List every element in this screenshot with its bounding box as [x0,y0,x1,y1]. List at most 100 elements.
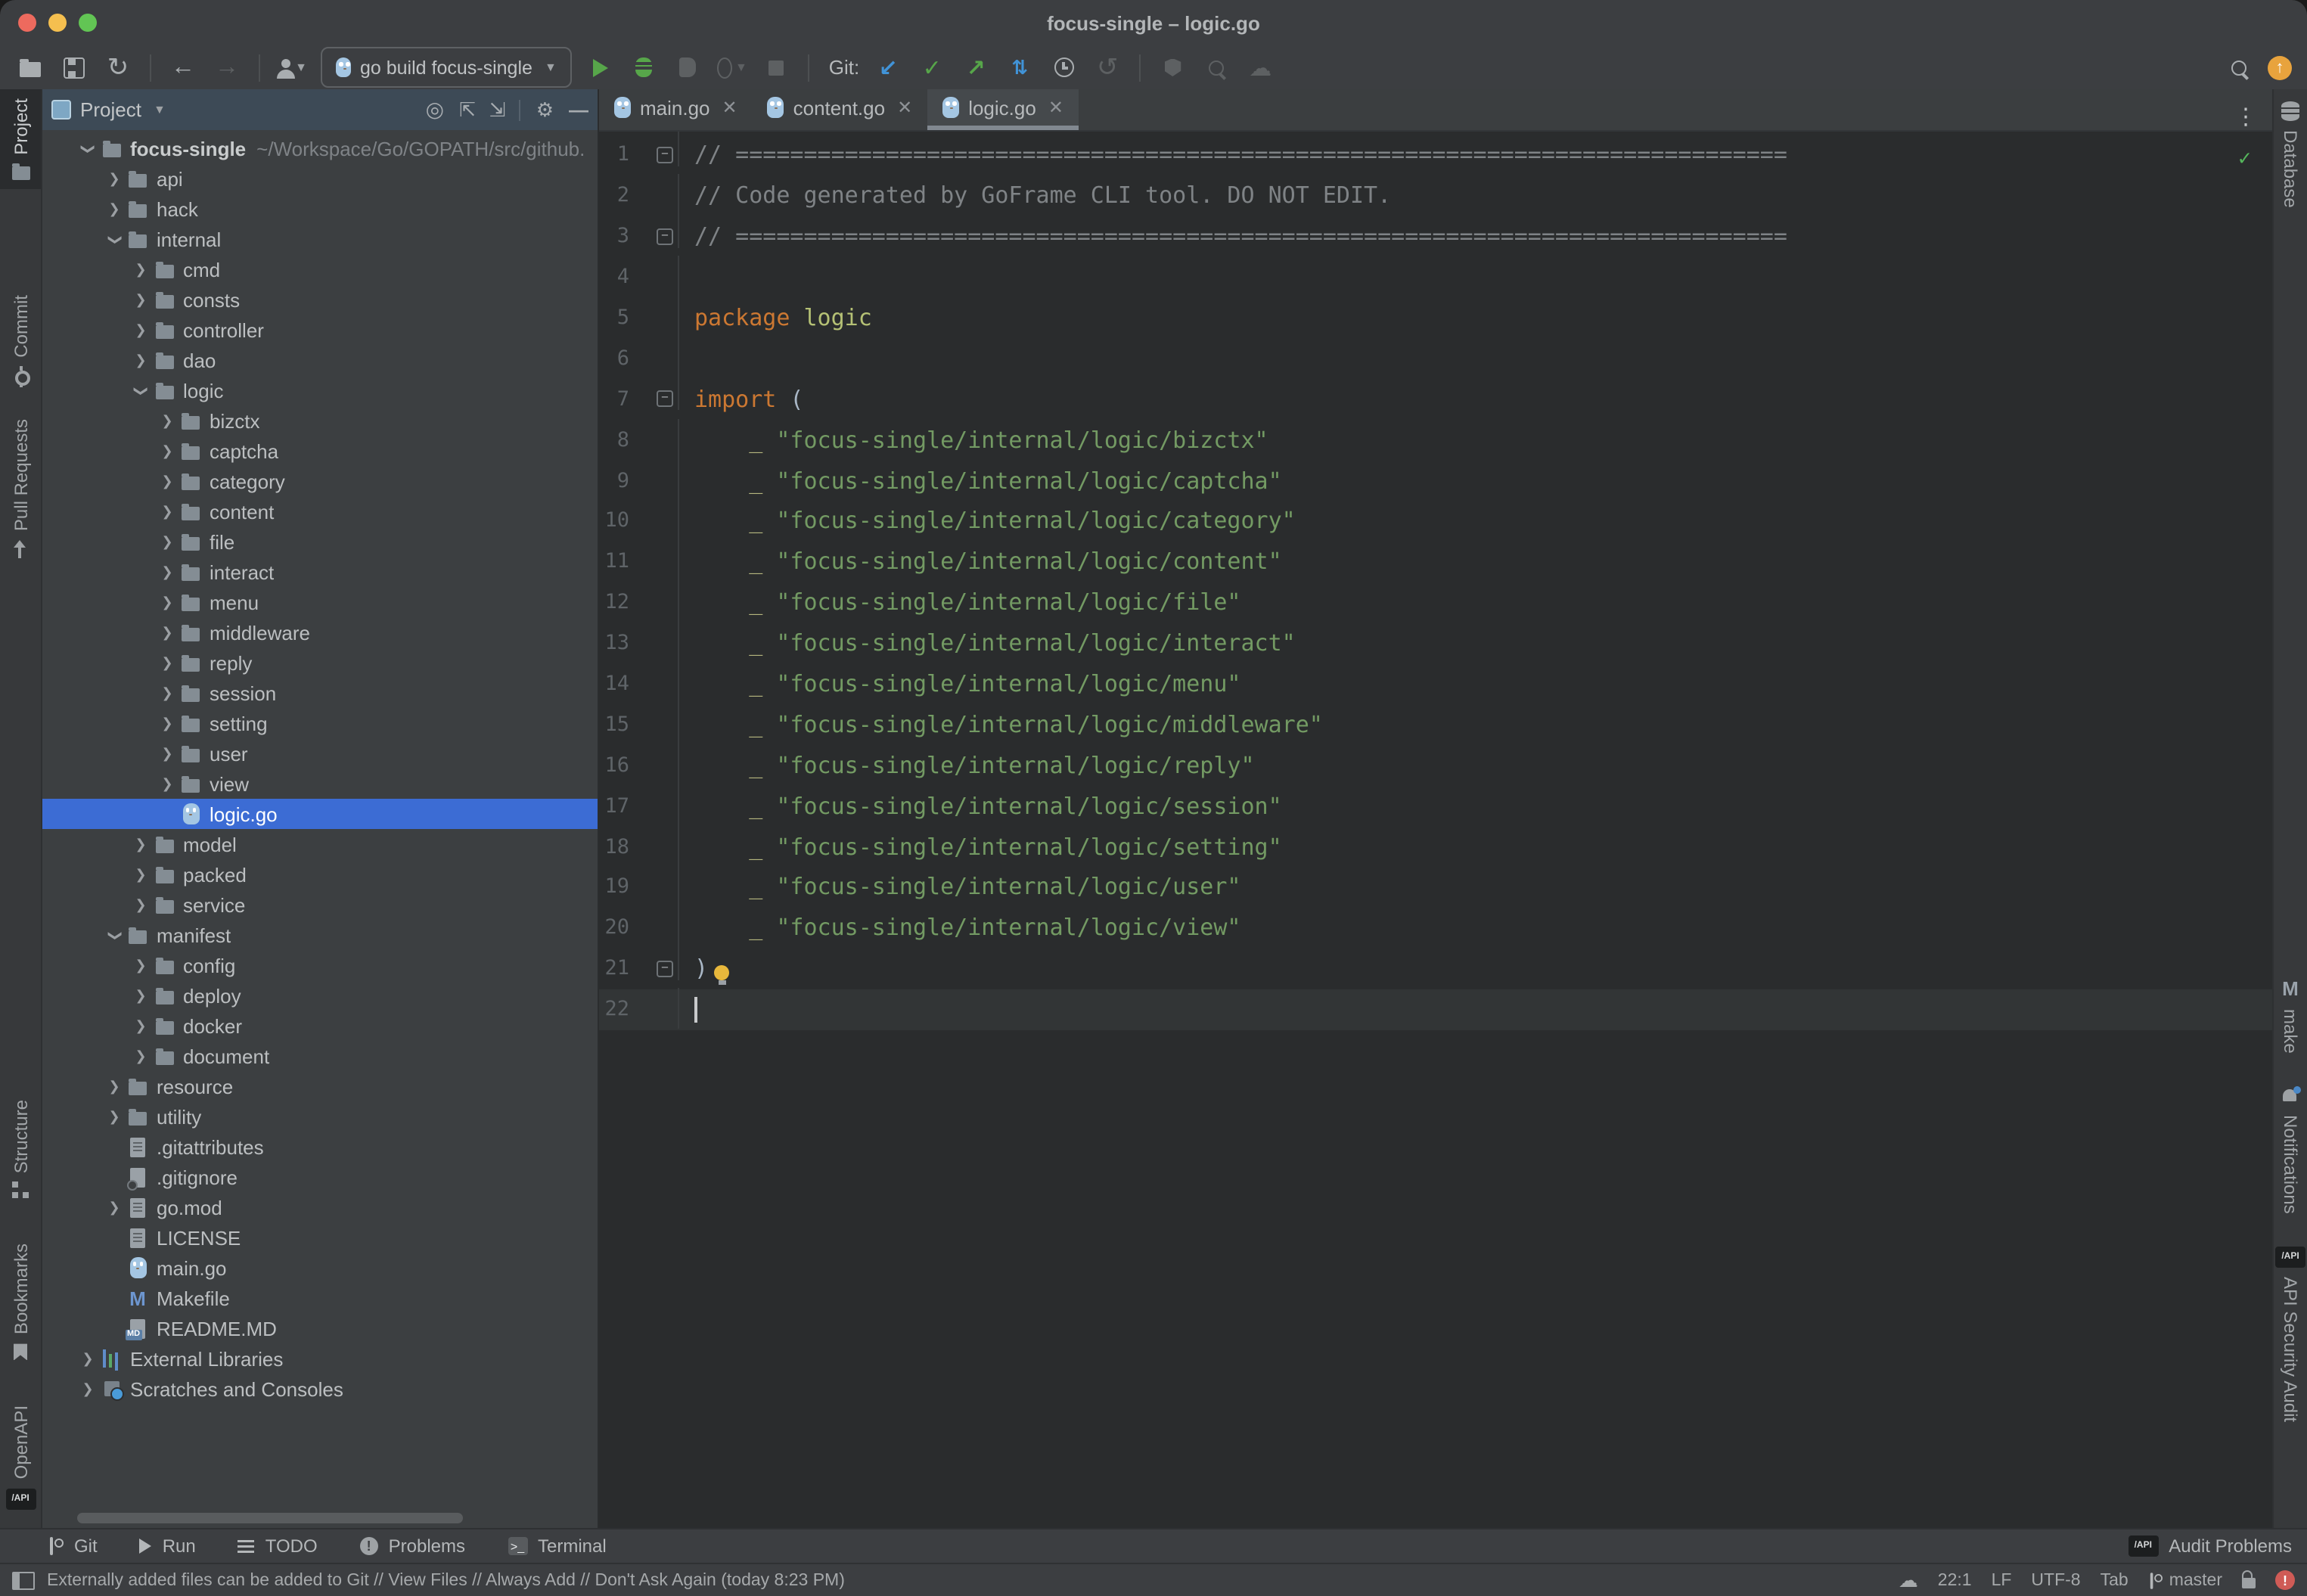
tool-window-button-terminal[interactable]: >_Terminal [508,1535,607,1557]
stripe-item-project[interactable]: Project [0,89,41,190]
caret-position[interactable]: 22:1 [1938,1571,1972,1589]
tool-window-button-audit-problems[interactable]: /APIAudit Problems [2128,1535,2292,1557]
tree-row-.gitignore[interactable]: .gitignore [42,1162,598,1192]
profiler-button[interactable]: ▼ [717,52,747,82]
tree-row-deploy[interactable]: ❯deploy [42,980,598,1011]
undo-button[interactable]: ↺ [1092,52,1122,82]
stripe-item-openapi[interactable]: OpenAPI/API [0,1397,41,1519]
tree-chevron-icon[interactable]: ❯ [105,1108,123,1125]
tree-row-hack[interactable]: ❯hack [42,194,598,224]
tree-row-logic[interactable]: ❯logic [42,375,598,405]
cloud-settings-icon[interactable]: ☁ [1899,1568,1918,1592]
tree-chevron-icon[interactable]: ❯ [158,745,176,762]
unlocked-icon[interactable] [2242,1578,2256,1588]
tree-row-service[interactable]: ❯service [42,890,598,920]
tree-row-setting[interactable]: ❯setting [42,708,598,738]
tree-row-packed[interactable]: ❯packed [42,859,598,890]
tree-row-document[interactable]: ❯document [42,1041,598,1071]
maximize-window-button[interactable] [79,14,97,32]
stripe-item-make[interactable]: Mmake [2274,968,2307,1063]
tree-row-readme.md[interactable]: README.MD [42,1313,598,1343]
tree-chevron-icon[interactable]: ❯ [79,139,96,157]
inspection-ok-icon[interactable]: ✓ [2238,147,2251,171]
tree-chevron-icon[interactable]: ❯ [158,533,176,550]
coverage-button[interactable] [673,52,703,82]
security-shield-button[interactable] [1157,52,1188,82]
stripe-item-commit[interactable]: Commit [0,287,41,395]
tree-row-bizctx[interactable]: ❯bizctx [42,405,598,436]
project-panel-header[interactable]: Project ▼ ◎ ⇱ ⇲ ⚙ — [42,89,598,130]
locate-file-button[interactable]: ◎ [426,97,444,123]
tree-chevron-icon[interactable]: ❯ [158,775,176,792]
tree-row-utility[interactable]: ❯utility [42,1101,598,1132]
tree-chevron-icon[interactable]: ❯ [132,896,150,913]
tree-chevron-icon[interactable]: ❯ [79,1350,97,1367]
git-fetch-button[interactable]: ⇅ [1004,52,1035,82]
stripe-item-structure[interactable]: Structure [0,1090,41,1207]
tool-window-button-problems[interactable]: !Problems [360,1535,465,1557]
tree-chevron-icon[interactable]: ❯ [132,1017,150,1034]
tree-row-.gitattributes[interactable]: .gitattributes [42,1132,598,1162]
intention-bulb-icon[interactable] [714,966,729,981]
tree-chevron-icon[interactable]: ❯ [132,321,150,338]
run-button[interactable] [585,52,616,82]
git-push-button[interactable]: ↗ [961,52,991,82]
tree-chevron-icon[interactable]: ❯ [132,381,149,399]
tree-row-controller[interactable]: ❯controller [42,315,598,345]
find-usages-button[interactable] [1201,52,1231,82]
fold-marker-down-icon[interactable]: − [657,147,673,163]
panel-settings-button[interactable]: ⚙ [536,98,554,122]
tree-chevron-icon[interactable]: ❯ [132,957,150,973]
close-tab-icon[interactable]: ✕ [1048,97,1063,118]
editor-tab-content-go[interactable]: content.go✕ [753,89,928,130]
tree-row-session[interactable]: ❯session [42,678,598,708]
indent-indicator[interactable]: Tab [2101,1571,2128,1589]
tab-options-icon[interactable]: ⋮ [2219,103,2272,130]
tree-chevron-icon[interactable]: ❯ [158,473,176,489]
status-message[interactable]: Externally added files can be added to G… [47,1571,845,1589]
tree-chevron-icon[interactable]: ❯ [106,230,123,248]
tree-chevron-icon[interactable]: ❯ [132,987,150,1004]
minimize-window-button[interactable] [48,14,67,32]
tool-window-button-todo[interactable]: TODO [238,1535,318,1557]
tree-row-main.go[interactable]: main.go [42,1253,598,1283]
search-everywhere-button[interactable] [2224,52,2254,82]
tree-chevron-icon[interactable]: ❯ [105,200,123,217]
tree-row-external-libraries[interactable]: ❯External Libraries [42,1343,598,1374]
tree-row-middleware[interactable]: ❯middleware [42,617,598,647]
tree-row-reply[interactable]: ❯reply [42,647,598,678]
error-indicator[interactable]: ! [2275,1570,2295,1590]
tree-row-logic.go[interactable]: logic.go [42,799,598,829]
tree-chevron-icon[interactable]: ❯ [158,624,176,641]
close-tab-icon[interactable]: ✕ [897,97,912,118]
tree-row-dao[interactable]: ❯dao [42,345,598,375]
save-all-button[interactable] [59,52,89,82]
tree-chevron-icon[interactable]: ❯ [158,564,176,580]
tree-chevron-icon[interactable]: ❯ [132,261,150,278]
tree-row-go.mod[interactable]: ❯go.mod [42,1192,598,1222]
tree-row-config[interactable]: ❯config [42,950,598,980]
tree-chevron-icon[interactable]: ❯ [132,836,150,852]
tree-chevron-icon[interactable]: ❯ [158,594,176,610]
tree-row-api[interactable]: ❯api [42,163,598,194]
tree-row-view[interactable]: ❯view [42,769,598,799]
tree-row-docker[interactable]: ❯docker [42,1011,598,1041]
git-commit-button[interactable]: ✓ [917,52,947,82]
back-button[interactable]: ← [168,52,198,82]
tree-chevron-icon[interactable]: ❯ [105,1078,123,1095]
close-tab-icon[interactable]: ✕ [722,97,737,118]
git-update-button[interactable]: ↙ [873,52,903,82]
tree-row-internal[interactable]: ❯internal [42,224,598,254]
tree-chevron-icon[interactable]: ❯ [158,715,176,731]
close-window-button[interactable] [18,14,36,32]
hide-panel-button[interactable]: — [569,98,588,121]
fold-marker-up-icon[interactable]: − [657,228,673,244]
tree-chevron-icon[interactable]: ❯ [158,412,176,429]
tree-chevron-icon[interactable]: ❯ [158,654,176,671]
tree-row-focus-single[interactable]: ❯focus-single~/Workspace/Go/GOPATH/src/g… [42,133,598,163]
tree-chevron-icon[interactable]: ❯ [132,291,150,308]
tree-row-menu[interactable]: ❯menu [42,587,598,617]
project-horizontal-scrollbar[interactable] [77,1513,463,1523]
open-folder-button[interactable] [15,52,45,82]
expand-all-button[interactable]: ⇱ [459,98,474,122]
